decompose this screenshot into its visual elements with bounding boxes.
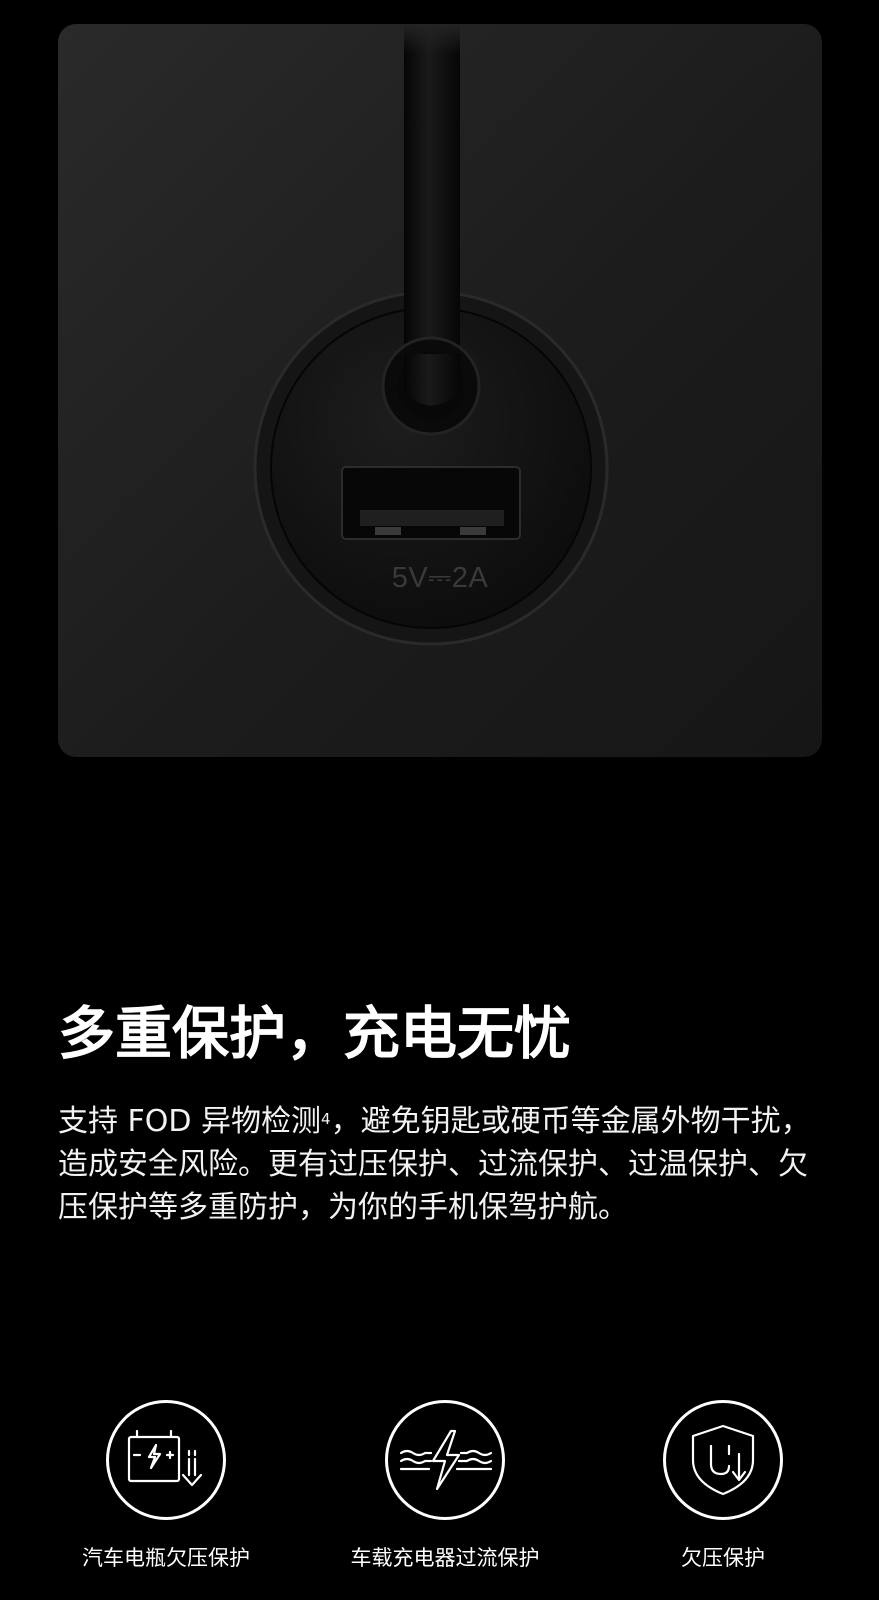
footnote-marker: 4 bbox=[321, 1110, 331, 1128]
shield-undervoltage-icon bbox=[663, 1400, 783, 1520]
feature-label: 车载充电器过流保护 bbox=[350, 1546, 540, 1570]
battery-undervoltage-icon bbox=[106, 1400, 226, 1520]
feature-overcurrent: 车载充电器过流保护 bbox=[325, 1400, 565, 1572]
section-description: 支持 FOD 异物检测4，避免钥匙或硬币等金属外物干扰，造成安全风险。更有过压保… bbox=[58, 1100, 828, 1229]
feature-label: 欠压保护 bbox=[681, 1546, 765, 1570]
description-text-start: 支持 FOD 异物检测 bbox=[58, 1104, 322, 1139]
feature-undervoltage: 欠压保护 bbox=[603, 1400, 843, 1572]
port-rating-label: 5V⎓2A bbox=[391, 562, 489, 594]
section-headline: 多重保护，充电无忧 bbox=[58, 1001, 571, 1067]
usb-port bbox=[341, 466, 521, 540]
feature-label: 汽车电瓶欠压保护 bbox=[82, 1546, 250, 1570]
product-image-card: 5V⎓2A bbox=[58, 24, 822, 757]
feature-battery-undervoltage: 汽车电瓶欠压保护 bbox=[46, 1400, 286, 1572]
car-charger-illustration bbox=[253, 24, 609, 646]
lightning-overcurrent-icon bbox=[385, 1400, 505, 1520]
